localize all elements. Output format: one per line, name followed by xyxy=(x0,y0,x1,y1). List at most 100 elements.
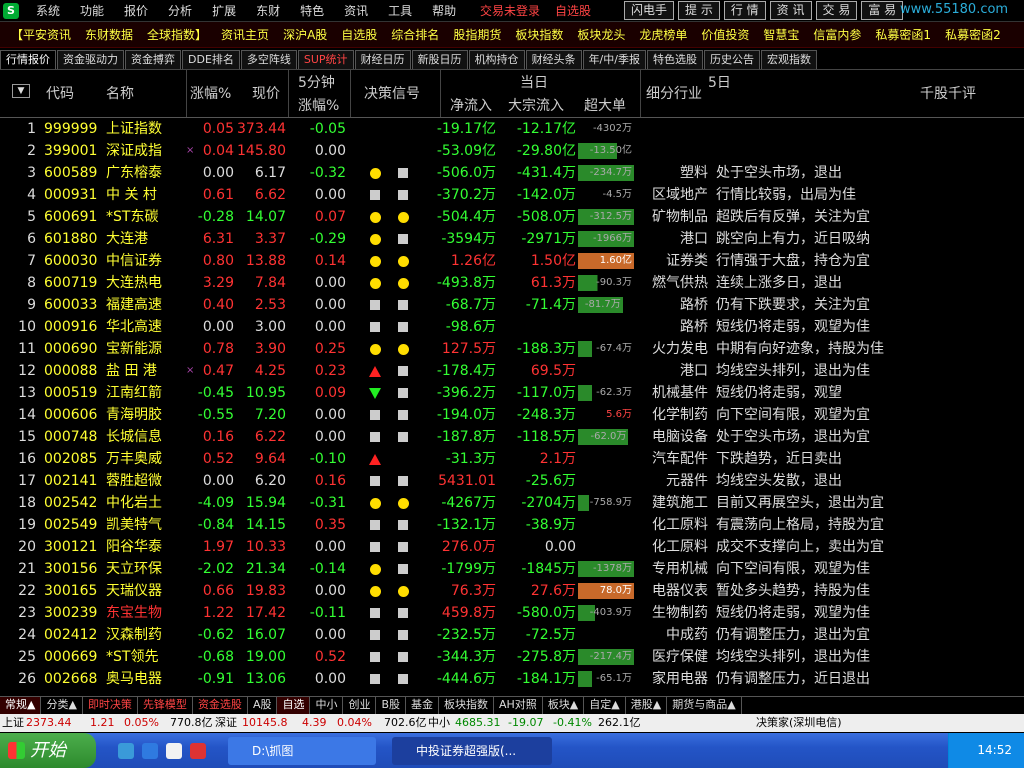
col-m5-top[interactable]: 5分钟 xyxy=(298,72,335,92)
table-row[interactable]: 24 002412 汉森制药 -0.62 16.07 0.00 -232.5万 -72.5万 中… xyxy=(0,624,1024,646)
menu-quote[interactable]: 报价 xyxy=(114,0,158,22)
quick-link-2[interactable]: 全球指数】 xyxy=(140,22,214,48)
market-button[interactable]: 行 情 xyxy=(723,1,766,20)
quick-link-5[interactable]: 自选股 xyxy=(334,22,384,48)
bottom-tab-4[interactable]: 资金选股 xyxy=(193,697,248,714)
menu-feature[interactable]: 特色 xyxy=(290,0,334,22)
bottom-tab-1[interactable]: 分类▲ xyxy=(41,697,83,714)
bottom-tab-11[interactable]: 板块指数 xyxy=(439,697,495,714)
table-row[interactable]: 25 000669 *ST领先 -0.68 19.00 0.52 -344.3万 -275.8… xyxy=(0,646,1024,668)
media-icon[interactable] xyxy=(166,743,182,759)
table-row[interactable]: 13 000519 江南红箭 -0.45 10.95 0.09 -396.2万 -117.0万… xyxy=(0,382,1024,404)
table-row[interactable]: 14 000606 青海明胶 -0.55 7.20 0.00 -194.0万 -248.3万 化… xyxy=(0,404,1024,426)
clock[interactable]: 14:52 xyxy=(977,743,1012,757)
table-row[interactable]: 15 000748 长城信息 0.16 6.22 0.00 -187.8万 -118.5万 电脑… xyxy=(0,426,1024,448)
table-row[interactable]: 4 000931 中 关 村 0.61 6.62 0.00 -370.2万 -142.0万 区域… xyxy=(0,184,1024,206)
quick-link-6[interactable]: 综合排名 xyxy=(384,22,446,48)
task-folder[interactable]: D:\抓图 xyxy=(228,737,376,765)
table-row[interactable]: 9 600033 福建高速 0.40 2.53 0.00 -68.7万 -71.4万 路桥 仍有下… xyxy=(0,294,1024,316)
sort-dropdown-button[interactable]: ▼ xyxy=(12,84,30,98)
quick-link-14[interactable]: 私募密函1 xyxy=(868,22,938,48)
bottom-tab-5[interactable]: A股 xyxy=(248,697,278,714)
menu-analysis[interactable]: 分析 xyxy=(158,0,202,22)
col-industry[interactable]: 细分行业 xyxy=(646,83,702,103)
table-row[interactable]: 1 999999 上证指数 0.05 373.44 -0.05 -19.17亿 -12.17亿… xyxy=(0,118,1024,140)
table-row[interactable]: 21 300156 天立环保 -2.02 21.34 -0.14 -1799万 -1845万 专… xyxy=(0,558,1024,580)
col-big[interactable]: 超大单 xyxy=(584,95,626,115)
table-row[interactable]: 26 002668 奥马电器 -0.91 13.06 0.00 -444.6万 -184.1万… xyxy=(0,668,1024,690)
bottom-tab-13[interactable]: 板块▲ xyxy=(543,697,585,714)
bottom-tab-0[interactable]: 常规▲ xyxy=(0,697,42,714)
bottom-tab-2[interactable]: 即时决策 xyxy=(83,697,138,714)
tab-1[interactable]: 资金驱动力 xyxy=(57,50,124,69)
tab-3[interactable]: DDE排名 xyxy=(182,50,240,69)
tab-10[interactable]: 年/中/季报 xyxy=(582,50,646,69)
tab-13[interactable]: 宏观指数 xyxy=(760,50,817,69)
tab-8[interactable]: 机构持仓 xyxy=(468,50,525,69)
table-row[interactable]: 20 300121 阳谷华泰 1.97 10.33 0.00 276.0万 0.00 化工原料成… xyxy=(0,536,1024,558)
bottom-tab-12[interactable]: AH对照 xyxy=(494,697,543,714)
selfpick-link[interactable]: 自选股 xyxy=(555,0,591,22)
bottom-tab-15[interactable]: 港股▲ xyxy=(626,697,668,714)
bottom-tab-16[interactable]: 期货与商品▲ xyxy=(667,697,742,714)
menu-info[interactable]: 资讯 xyxy=(334,0,378,22)
bottom-tab-10[interactable]: 基金 xyxy=(406,697,440,714)
menu-dongcai[interactable]: 东财 xyxy=(246,0,290,22)
bottom-tab-8[interactable]: 创业 xyxy=(343,697,377,714)
table-row[interactable]: 23 300239 东宝生物 1.22 17.42 -0.11 459.8万 -580.0万 生… xyxy=(0,602,1024,624)
table-row[interactable]: 22 300165 天瑞仪器 0.66 19.83 0.00 76.3万 27.6万 电器仪表暂… xyxy=(0,580,1024,602)
table-row[interactable]: 12 000088 盐 田 港 × 0.47 4.25 0.23 -178.4万 69.5万 港口… xyxy=(0,360,1024,382)
tab-7[interactable]: 新股日历 xyxy=(411,50,468,69)
quick-link-11[interactable]: 价值投资 xyxy=(694,22,756,48)
col-price[interactable]: 现价 xyxy=(252,83,280,103)
table-row[interactable]: 3 600589 广东榕泰 0.00 6.17 -0.32 -506.0万 -431.4万 塑料… xyxy=(0,162,1024,184)
table-row[interactable]: 18 002542 中化岩土 -4.09 15.94 -0.31 -4267万 -2704万 建… xyxy=(0,492,1024,514)
col-comment[interactable]: 千股千评 xyxy=(920,83,976,103)
menu-system[interactable]: 系统 xyxy=(26,0,70,22)
quick-link-1[interactable]: 东财数据 xyxy=(78,22,140,48)
news-button[interactable]: 资 讯 xyxy=(769,1,812,20)
desktop-icon[interactable] xyxy=(118,743,134,759)
quick-link-3[interactable]: 资讯主页 xyxy=(214,22,276,48)
alert-button[interactable]: 提 示 xyxy=(678,1,720,20)
start-button[interactable]: 开始 xyxy=(0,733,96,768)
bottom-tab-9[interactable]: B股 xyxy=(376,697,407,714)
col-signal[interactable]: 决策信号 xyxy=(364,83,420,103)
table-row[interactable]: 8 600719 大连热电 3.29 7.84 0.00 -493.8万 61.3万 燃气供热连… xyxy=(0,272,1024,294)
menu-extend[interactable]: 扩展 xyxy=(202,0,246,22)
table-row[interactable]: 5 600691 *ST东碳 -0.28 14.07 0.07 -504.4万 -508.0万… xyxy=(0,206,1024,228)
col-block[interactable]: 大宗流入 xyxy=(508,95,564,115)
table-row[interactable]: 11 000690 宝新能源 0.78 3.90 0.25 127.5万 -188.3万 火力发… xyxy=(0,338,1024,360)
tab-12[interactable]: 历史公告 xyxy=(703,50,760,69)
tab-6[interactable]: 财经日历 xyxy=(354,50,411,69)
menu-help[interactable]: 帮助 xyxy=(422,0,466,22)
col-m5-bottom[interactable]: 涨幅% xyxy=(298,95,339,115)
col-net[interactable]: 净流入 xyxy=(450,95,492,115)
app-quick-icon[interactable] xyxy=(190,743,206,759)
col-pct[interactable]: 涨幅% xyxy=(190,83,231,103)
tab-11[interactable]: 特色选股 xyxy=(646,50,703,69)
quick-link-8[interactable]: 板块指数 xyxy=(508,22,570,48)
quick-link-4[interactable]: 深沪A股 xyxy=(276,22,334,48)
menu-tools[interactable]: 工具 xyxy=(378,0,422,22)
table-row[interactable]: 10 000916 华北高速 0.00 3.00 0.00 -98.6万 路桥 短线仍将走弱，观… xyxy=(0,316,1024,338)
quick-link-0[interactable]: 【平安资讯 xyxy=(4,22,78,48)
tab-5[interactable]: SUP统计 xyxy=(297,50,354,69)
quick-link-13[interactable]: 信富内参 xyxy=(806,22,868,48)
col-code[interactable]: 代码 xyxy=(46,83,74,103)
quick-link-15[interactable]: 私募密函2 xyxy=(938,22,1008,48)
tab-2[interactable]: 资金搏弈 xyxy=(125,50,181,69)
quick-link-12[interactable]: 智慧宝 xyxy=(756,22,806,48)
table-row[interactable]: 7 600030 中信证券 0.80 13.88 0.14 1.26亿 1.50亿 证券类 行情强… xyxy=(0,250,1024,272)
ie-icon[interactable] xyxy=(142,743,158,759)
table-row[interactable]: 6 601880 大连港 6.31 3.37 -0.29 -3594万 -2971万 港口 跳空向… xyxy=(0,228,1024,250)
quick-link-9[interactable]: 板块龙头 xyxy=(570,22,632,48)
table-row[interactable]: 19 002549 凯美特气 -0.84 14.15 0.35 -132.1万 -38.9万 化… xyxy=(0,514,1024,536)
flash-trade-button[interactable]: 闪电手 xyxy=(624,1,675,20)
table-row[interactable]: 16 002085 万丰奥威 0.52 9.64 -0.10 -31.3万 2.1万 汽车配件下… xyxy=(0,448,1024,470)
quick-link-7[interactable]: 股指期货 xyxy=(446,22,508,48)
tab-9[interactable]: 财经头条 xyxy=(525,50,582,69)
fuyi-button[interactable]: 富 易 xyxy=(861,1,904,20)
bottom-tab-14[interactable]: 自定▲ xyxy=(584,697,626,714)
bottom-tab-7[interactable]: 中小 xyxy=(310,697,344,714)
